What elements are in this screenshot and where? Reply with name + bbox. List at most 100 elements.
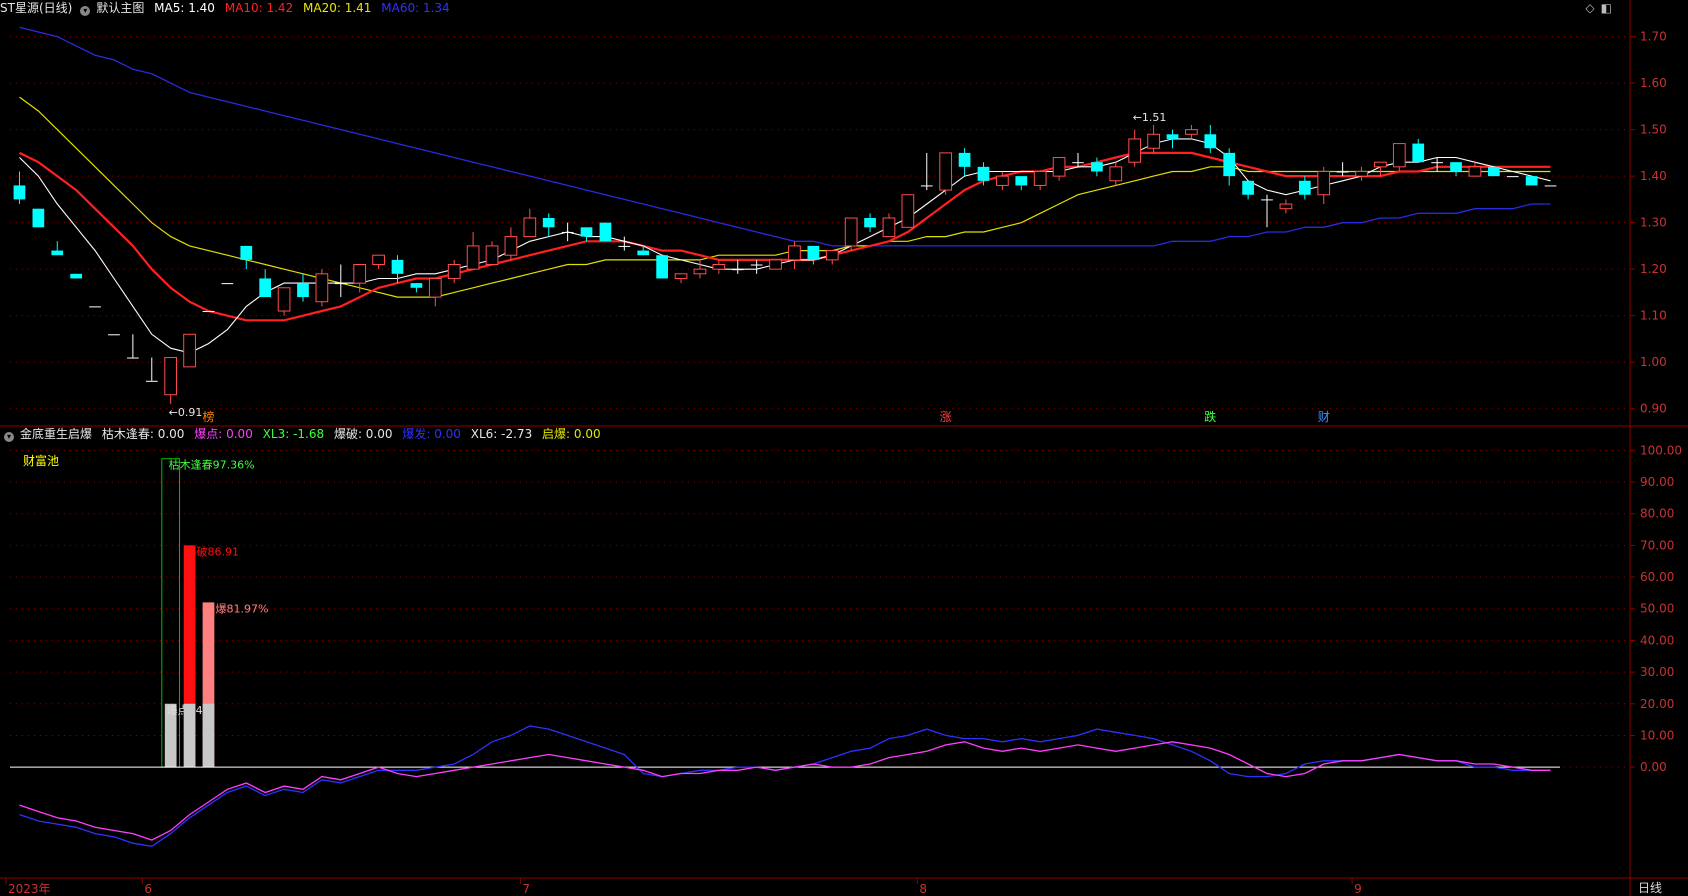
- indicator-chart[interactable]: 枯木逢春97.36%爆破86.91启爆81.97%爆点64%: [10, 458, 1560, 847]
- candle[interactable]: [1544, 185, 1557, 187]
- candle[interactable]: [70, 273, 83, 279]
- candle[interactable]: [164, 357, 178, 405]
- candle[interactable]: [1015, 176, 1028, 191]
- main-price-chart[interactable]: ←0.91 ←1.51 榜 涨 跌 财: [13, 26, 1557, 424]
- candle[interactable]: [240, 245, 253, 270]
- candle[interactable]: [825, 250, 839, 265]
- candle[interactable]: [145, 357, 158, 382]
- signal-marker[interactable]: 涨: [940, 409, 952, 424]
- bf-value: 爆发: 0.00: [402, 427, 461, 441]
- candle[interactable]: [1317, 166, 1331, 205]
- indicator-bar[interactable]: [202, 703, 215, 768]
- signal-marker[interactable]: 跌: [1204, 409, 1216, 424]
- candle[interactable]: [939, 152, 953, 195]
- candle[interactable]: [1506, 176, 1519, 178]
- candle[interactable]: [656, 255, 668, 279]
- candle[interactable]: [1450, 162, 1462, 177]
- candle-body: [599, 222, 612, 242]
- candle[interactable]: [127, 334, 139, 359]
- candle[interactable]: [1298, 176, 1311, 200]
- signal-marker[interactable]: 榜: [202, 409, 214, 424]
- stock-title[interactable]: ST星源(日线): [0, 1, 72, 15]
- candle[interactable]: [13, 171, 26, 205]
- candle-body: [1147, 133, 1160, 149]
- candle[interactable]: [1525, 176, 1538, 186]
- candle[interactable]: [89, 306, 101, 308]
- candle[interactable]: [447, 259, 461, 284]
- candle[interactable]: [844, 217, 858, 251]
- candle[interactable]: [788, 241, 801, 270]
- candle-body: [221, 283, 234, 285]
- candle[interactable]: [108, 334, 120, 336]
- sub-y-tick-label: 60.00: [1640, 570, 1674, 584]
- candle[interactable]: [1204, 124, 1217, 153]
- candle[interactable]: [693, 259, 707, 279]
- candle[interactable]: [428, 277, 442, 307]
- candle[interactable]: [1033, 170, 1047, 191]
- candle[interactable]: [901, 194, 915, 228]
- candle[interactable]: [372, 254, 385, 270]
- candle[interactable]: [731, 259, 744, 274]
- candle[interactable]: [1242, 180, 1254, 200]
- candle[interactable]: [51, 241, 64, 256]
- candle[interactable]: [1185, 124, 1198, 139]
- candle[interactable]: [864, 213, 876, 232]
- candle[interactable]: [561, 222, 574, 242]
- diamond-icon[interactable]: ◇: [1585, 1, 1594, 15]
- candle[interactable]: [1147, 124, 1160, 153]
- candle[interactable]: [315, 269, 329, 307]
- candle-body: [1015, 176, 1028, 186]
- bp-value: 爆破: 0.00: [333, 427, 393, 441]
- candle[interactable]: [485, 241, 499, 266]
- candle[interactable]: [599, 222, 612, 242]
- template-name[interactable]: 默认主图: [96, 1, 144, 15]
- candle[interactable]: [580, 227, 593, 242]
- dropdown-icon[interactable]: ▾: [4, 432, 14, 442]
- candle[interactable]: [618, 236, 631, 251]
- candle[interactable]: [183, 333, 196, 368]
- candle[interactable]: [712, 259, 726, 274]
- sub-y-tick-label: 30.00: [1640, 665, 1674, 679]
- candle[interactable]: [1223, 148, 1236, 186]
- candle[interactable]: [1261, 194, 1273, 228]
- candle[interactable]: [750, 259, 763, 274]
- candle[interactable]: [1052, 157, 1066, 181]
- candle[interactable]: [277, 287, 291, 316]
- maximize-icon[interactable]: ◧: [1601, 1, 1612, 15]
- period-button[interactable]: 日线: [1620, 880, 1680, 896]
- candle[interactable]: [202, 311, 215, 313]
- candle[interactable]: [1355, 166, 1368, 181]
- candle[interactable]: [1279, 199, 1293, 214]
- candle[interactable]: [1166, 129, 1179, 149]
- signal-marker[interactable]: 财: [1318, 410, 1330, 424]
- candle[interactable]: [523, 208, 537, 238]
- candle[interactable]: [1109, 162, 1123, 186]
- candle-body: [1355, 170, 1368, 177]
- candle[interactable]: [1336, 162, 1349, 177]
- candle[interactable]: [1487, 166, 1500, 177]
- candle[interactable]: [1468, 162, 1482, 177]
- dropdown-icon[interactable]: ▾: [80, 6, 91, 16]
- candle[interactable]: [259, 269, 272, 298]
- candle[interactable]: [410, 283, 423, 293]
- candle[interactable]: [769, 259, 782, 270]
- candle-body: [1525, 176, 1538, 186]
- indicator-bar[interactable]: [183, 703, 196, 768]
- candle[interactable]: [542, 213, 555, 237]
- candle[interactable]: [334, 264, 347, 298]
- candle[interactable]: [221, 283, 234, 285]
- candle[interactable]: [807, 245, 820, 265]
- indicator-name[interactable]: 金底重生启爆: [20, 427, 92, 441]
- candle[interactable]: [882, 213, 896, 238]
- candle[interactable]: [1431, 157, 1443, 172]
- candle[interactable]: [466, 231, 480, 270]
- candle[interactable]: [1128, 129, 1142, 167]
- candle[interactable]: [504, 227, 518, 260]
- candle[interactable]: [297, 273, 309, 302]
- candle[interactable]: [920, 152, 933, 191]
- candle[interactable]: [1412, 138, 1425, 163]
- candle[interactable]: [674, 273, 688, 284]
- candle[interactable]: [1392, 143, 1406, 172]
- candle[interactable]: [958, 148, 971, 177]
- candle[interactable]: [32, 208, 45, 228]
